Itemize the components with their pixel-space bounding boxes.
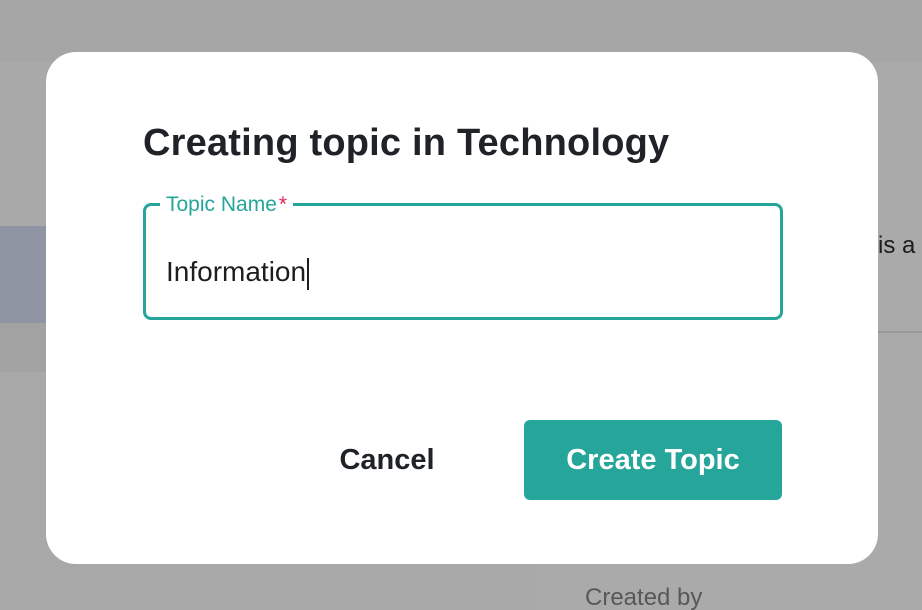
topic-name-input[interactable] xyxy=(166,256,756,288)
create-topic-button[interactable]: Create Topic xyxy=(524,420,782,500)
dialog-title: Creating topic in Technology xyxy=(143,122,670,164)
required-marker: * xyxy=(278,193,288,216)
create-topic-dialog: Creating topic in Technology Topic Name*… xyxy=(46,52,878,564)
topic-name-label: Topic Name* xyxy=(160,193,294,216)
text-caret xyxy=(307,258,310,290)
topic-name-field[interactable]: Topic Name* xyxy=(143,194,783,320)
background-created-by-label: Created by xyxy=(585,584,703,610)
background-description-text: is a xyxy=(878,232,916,259)
topic-name-label-text: Topic Name xyxy=(166,193,277,216)
cancel-button[interactable]: Cancel xyxy=(326,420,448,500)
background-divider xyxy=(878,331,922,333)
